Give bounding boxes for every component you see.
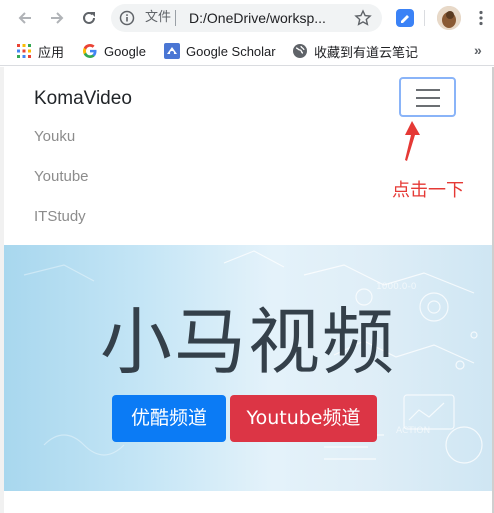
more-menu-icon[interactable] [472,9,490,27]
address-scheme-label: 文件 [145,10,172,25]
back-arrow-icon [18,12,31,24]
youku-channel-button[interactable]: 优酷频道 [112,395,226,442]
bookmark-star-icon[interactable] [354,9,372,27]
extension-icon[interactable] [396,9,414,27]
bookmark-apps[interactable]: 应用 [16,42,64,60]
google-icon [83,44,97,58]
address-bar[interactable]: 文件 D:/OneDrive/worksp... [111,4,382,32]
svg-text:ACTION: ACTION [396,426,430,436]
page-body-below-hero [4,491,492,513]
nav-link-youtube[interactable]: Youtube [34,167,89,187]
bookmark-google[interactable]: Google [82,42,146,60]
apps-grid-icon [17,44,31,58]
extension-glyph-icon [401,15,409,23]
address-divider [175,10,176,26]
forward-button[interactable] [46,7,68,29]
svg-text:1000.0-0: 1000.0-0 [376,282,417,292]
profile-avatar[interactable] [437,6,461,30]
address-url[interactable]: D:/OneDrive/worksp... [189,9,326,27]
reload-icon [83,11,95,24]
navbar-toggle-button[interactable] [399,77,456,117]
page-viewport: KomaVideo Youku Youtube ITStudy 点击一下 100… [4,67,492,513]
bookmark-label: 收藏到有道云笔记 [314,44,419,60]
navbar-brand[interactable]: KomaVideo [34,87,132,111]
bookmark-label: Google [104,43,146,59]
nav-link-youku[interactable]: Youku [34,127,75,147]
avatar-image-icon [437,6,461,30]
browser-toolbar: 文件 D:/OneDrive/worksp... [0,0,494,36]
bookmark-youdao-note[interactable]: 收藏到有道云笔记 [292,42,418,60]
bookmark-label: Google Scholar [186,43,276,59]
hero-title: 小马视频 [99,300,396,384]
bookmark-label: 应用 [38,44,65,60]
bookmarks-overflow-button[interactable]: » [474,42,482,58]
hero-jumbotron: 1000.0-0 ACTION 小马视频 优酷频道 Youtube频道 [4,245,492,491]
scholar-icon [164,43,180,59]
back-button[interactable] [14,7,36,29]
youtube-channel-button[interactable]: Youtube频道 [230,395,377,442]
annotation-text: 点击一下 [392,180,464,201]
toolbar-divider [424,10,425,26]
info-icon[interactable] [119,10,135,26]
bookmarks-bar: 应用 Google Google Scholar 收藏到有道云笔记 » [0,36,494,66]
bookmark-google-scholar[interactable]: Google Scholar [164,42,276,60]
nav-link-itstudy[interactable]: ITStudy [34,207,86,227]
hamburger-menu-icon [416,89,440,107]
globe-icon [293,44,307,58]
annotation-arrow-icon [405,121,420,161]
forward-arrow-icon [51,12,64,24]
reload-button[interactable] [78,7,100,29]
